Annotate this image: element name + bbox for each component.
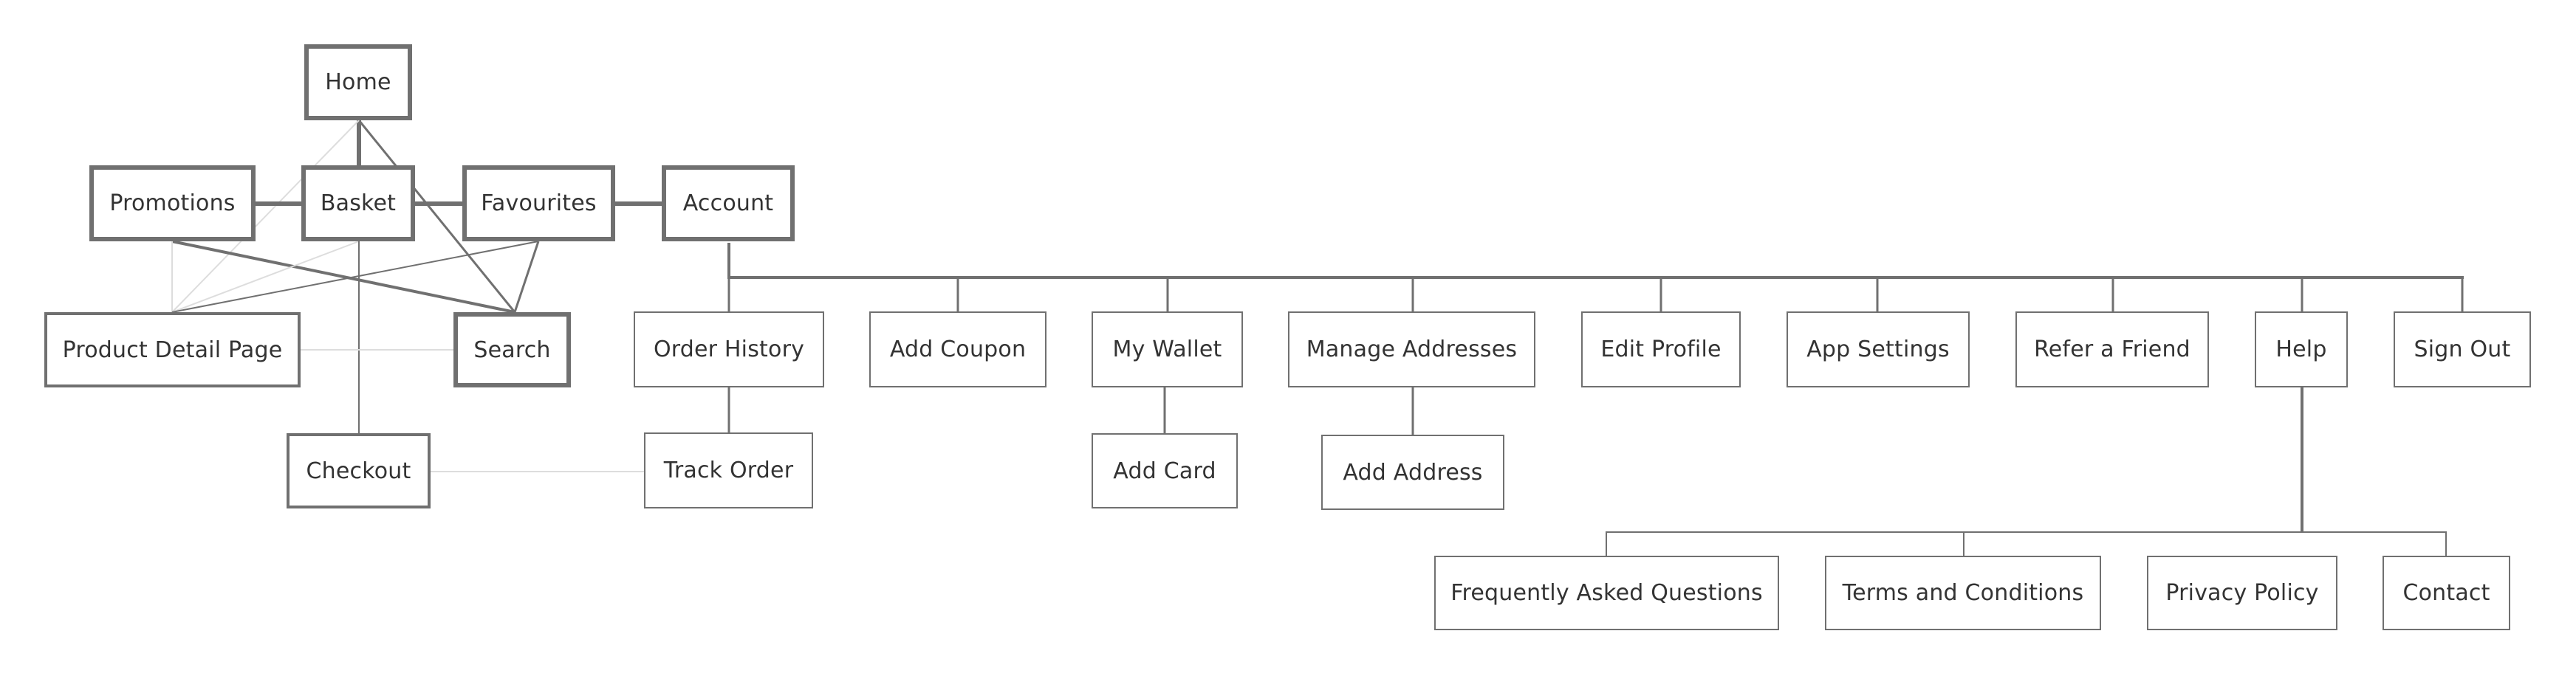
node-add-coupon[interactable]: Add Coupon xyxy=(869,311,1046,387)
link-favourites-search xyxy=(513,241,540,313)
node-manage-addresses[interactable]: Manage Addresses xyxy=(1288,311,1535,387)
node-product-detail-page[interactable]: Product Detail Page xyxy=(44,312,301,387)
node-favourites[interactable]: Favourites xyxy=(462,165,615,241)
node-my-wallet[interactable]: My Wallet xyxy=(1092,311,1243,387)
node-app-settings[interactable]: App Settings xyxy=(1787,311,1970,387)
link-basket-pdp xyxy=(171,241,360,313)
node-order-history[interactable]: Order History xyxy=(634,311,824,387)
node-help[interactable]: Help xyxy=(2255,311,2348,387)
node-add-address[interactable]: Add Address xyxy=(1321,435,1504,510)
node-terms-and-conditions[interactable]: Terms and Conditions xyxy=(1825,556,2101,630)
sitemap-diagram: Home Promotions Basket Favourites Accoun… xyxy=(0,0,2576,676)
node-edit-profile[interactable]: Edit Profile xyxy=(1581,311,1741,387)
node-faq[interactable]: Frequently Asked Questions xyxy=(1434,556,1779,630)
node-refer-a-friend[interactable]: Refer a Friend xyxy=(2015,311,2209,387)
node-add-card[interactable]: Add Card xyxy=(1092,433,1238,508)
node-home[interactable]: Home xyxy=(304,44,412,120)
node-search[interactable]: Search xyxy=(453,312,571,387)
node-promotions[interactable]: Promotions xyxy=(89,165,256,241)
node-track-order[interactable]: Track Order xyxy=(644,432,813,508)
node-sign-out[interactable]: Sign Out xyxy=(2394,311,2531,387)
node-privacy-policy[interactable]: Privacy Policy xyxy=(2147,556,2337,630)
node-basket[interactable]: Basket xyxy=(301,165,415,241)
node-checkout[interactable]: Checkout xyxy=(287,433,431,508)
node-contact[interactable]: Contact xyxy=(2383,556,2510,630)
node-account[interactable]: Account xyxy=(662,165,795,241)
